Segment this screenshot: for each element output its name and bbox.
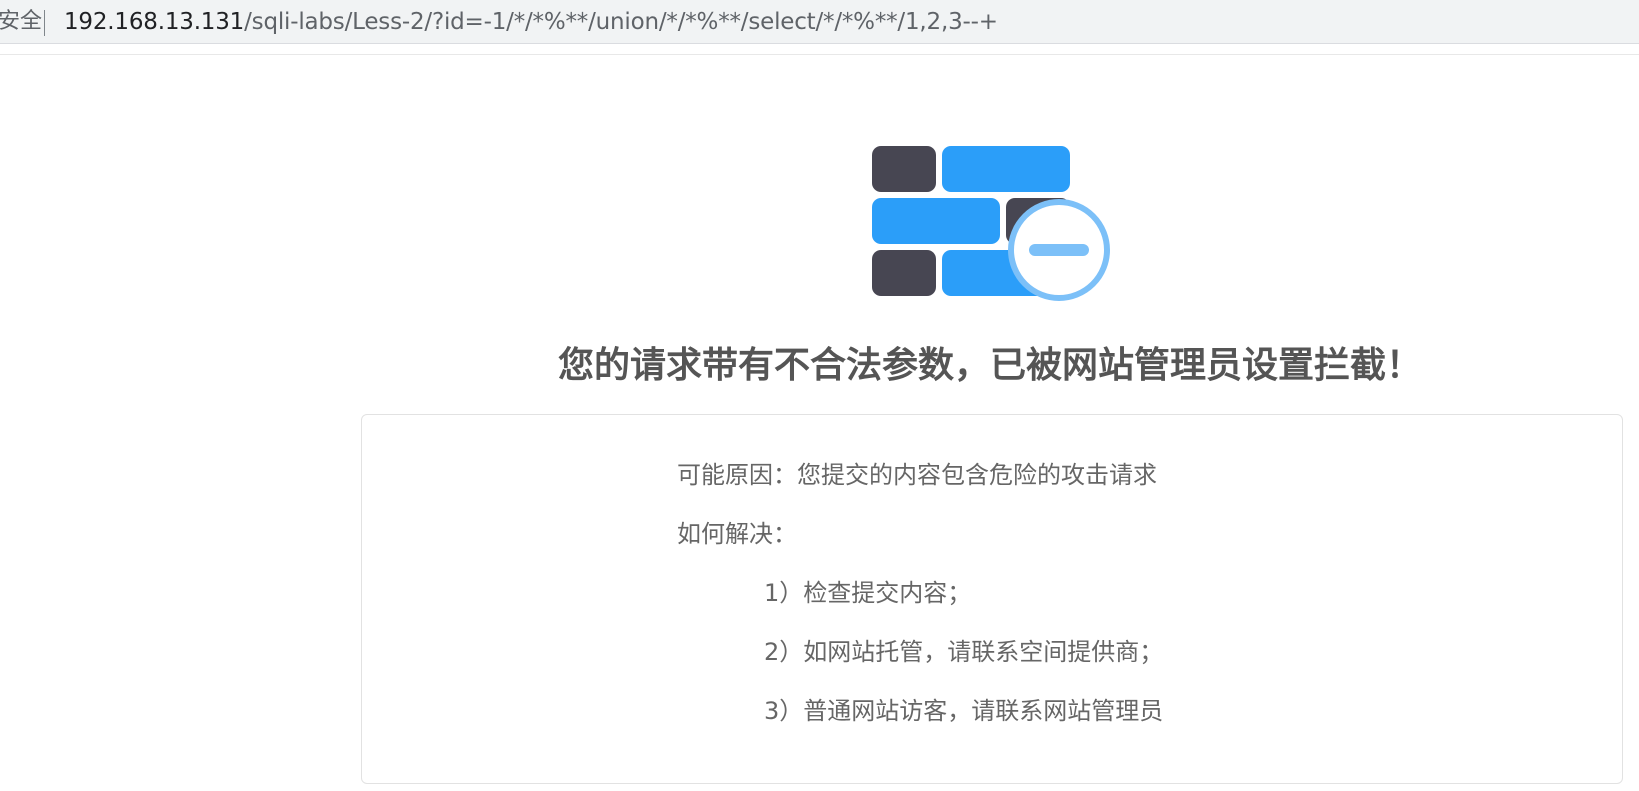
brick-dark-1 xyxy=(872,146,936,192)
url-path: /sqli-labs/Less-2/?id=-1/*/*%**/union/*/… xyxy=(244,9,998,35)
minus-icon xyxy=(1029,244,1089,256)
address-bar[interactable]: 安全 192.168.13.131/sqli-labs/Less-2/?id=-… xyxy=(0,0,1639,44)
page-top-divider xyxy=(0,54,1639,55)
solution-step-3: 3）普通网站访客，请联系网站管理员 xyxy=(764,697,1164,725)
brick-dark-3 xyxy=(872,250,936,296)
solution-heading: 如何解决： xyxy=(677,520,797,548)
brick-blue-2 xyxy=(872,198,1000,244)
address-divider xyxy=(44,10,45,36)
info-panel: 可能原因：您提交的内容包含危险的攻击请求 如何解决： 1）检查提交内容； 2）如… xyxy=(361,414,1623,784)
url-host: 192.168.13.131 xyxy=(64,9,245,35)
firewall-block-icon xyxy=(872,146,1110,301)
security-label[interactable]: 安全 xyxy=(0,8,42,36)
solution-step-2: 2）如网站托管，请联系空间提供商； xyxy=(764,638,1164,666)
page-title: 您的请求带有不合法参数，已被网站管理员设置拦截！ xyxy=(557,345,1422,386)
reason-text: 可能原因：您提交的内容包含危险的攻击请求 xyxy=(677,461,1157,489)
solution-step-1: 1）检查提交内容； xyxy=(764,579,972,607)
url-field[interactable]: 192.168.13.131/sqli-labs/Less-2/?id=-1/*… xyxy=(64,7,998,37)
brick-blue-1 xyxy=(942,146,1070,192)
